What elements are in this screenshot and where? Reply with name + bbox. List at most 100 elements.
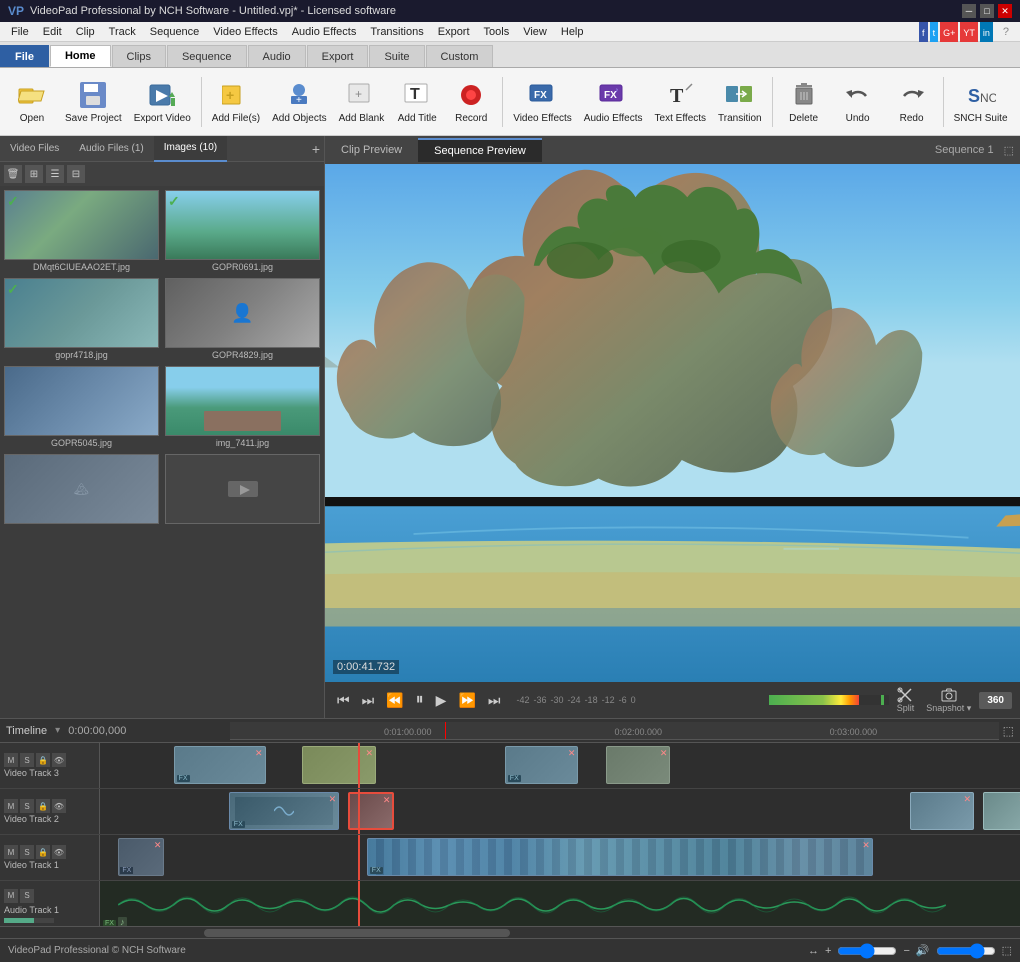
open-button[interactable]: Open: [6, 73, 58, 131]
rewind-button[interactable]: ⏪: [382, 690, 407, 711]
tab-clips[interactable]: Clips: [112, 45, 166, 67]
tab-suite[interactable]: Suite: [369, 45, 424, 67]
clip-close-icon2[interactable]: ✕: [329, 794, 337, 805]
track-mute-btn-2[interactable]: M: [4, 799, 18, 813]
track-lock-btn[interactable]: 🔒: [36, 753, 50, 767]
menu-tools[interactable]: Tools: [477, 22, 517, 42]
timeline-scroll-thumb[interactable]: [204, 929, 510, 937]
audio-settings-btn[interactable]: ♪: [118, 917, 127, 926]
social-icon-3[interactable]: G+: [940, 22, 958, 42]
video-effects-button[interactable]: FX Video Effects: [508, 73, 577, 131]
track-content-audio1[interactable]: FX ♪: [100, 881, 1020, 926]
list-item[interactable]: ✓ gopr4718.jpg: [4, 278, 159, 360]
clip-close-icon[interactable]: ✕: [255, 748, 263, 759]
list-item[interactable]: [165, 454, 320, 526]
track-clip[interactable]: ✕: [910, 792, 974, 830]
play-button[interactable]: ▶: [432, 690, 451, 711]
media-sort-btn[interactable]: ⊟: [67, 165, 85, 183]
goto-end-button[interactable]: ⏭: [484, 690, 505, 711]
track-content-video2[interactable]: FX ✕ ✕ ✕ ✕: [100, 789, 1020, 834]
track-eye-btn-2[interactable]: 👁: [52, 799, 66, 813]
track-solo-btn[interactable]: S: [20, 753, 34, 767]
menu-file[interactable]: File: [4, 22, 36, 42]
audio-mute-btn[interactable]: M: [4, 889, 18, 903]
media-view-list-btn[interactable]: ☰: [46, 165, 64, 183]
media-tab-video[interactable]: Video Files: [0, 136, 69, 162]
tab-file[interactable]: File: [0, 45, 49, 67]
expand-preview-icon[interactable]: ⬚: [1004, 144, 1014, 157]
volume-slider[interactable]: [936, 947, 996, 955]
media-tab-images[interactable]: Images (10): [154, 136, 227, 162]
pause-button[interactable]: ⏸: [412, 689, 428, 711]
timeline-expand-button[interactable]: ⬚: [1003, 724, 1014, 738]
track-content-video3[interactable]: FX ✕ ✕ FX ✕ ✕: [100, 743, 1020, 788]
track-eye-btn[interactable]: 👁: [52, 753, 66, 767]
track-solo-btn-1[interactable]: S: [20, 845, 34, 859]
timeline-dropdown-icon[interactable]: ▾: [55, 725, 60, 736]
record-button[interactable]: Record: [445, 73, 497, 131]
audio-solo-btn[interactable]: S: [20, 889, 34, 903]
window-controls[interactable]: ─ □ ✕: [962, 4, 1012, 18]
list-item[interactable]: ✓ GOPR0691.jpg: [165, 190, 320, 272]
add-files-button[interactable]: + Add File(s): [207, 73, 265, 131]
fit-to-window-button[interactable]: ↔: [808, 945, 819, 957]
track-solo-btn-2[interactable]: S: [20, 799, 34, 813]
save-project-button[interactable]: Save Project: [60, 73, 127, 131]
menu-export[interactable]: Export: [431, 22, 477, 42]
clip-preview-tab[interactable]: Clip Preview: [325, 139, 418, 161]
goto-start-button[interactable]: ⏮: [333, 690, 354, 711]
menu-sequence[interactable]: Sequence: [143, 22, 207, 42]
timeline-scrollbar[interactable]: [0, 926, 1020, 938]
audio-volume-slider[interactable]: [4, 918, 54, 923]
sequence-preview-tab[interactable]: Sequence Preview: [418, 138, 542, 162]
maximize-button[interactable]: □: [980, 4, 994, 18]
tab-sequence[interactable]: Sequence: [167, 45, 247, 67]
tab-home[interactable]: Home: [50, 45, 111, 67]
timeline-ruler[interactable]: 0:01:00.000 0:02:00.000 0:03:00.000: [230, 722, 998, 740]
clip-close-icon[interactable]: ✕: [660, 748, 668, 759]
menu-transitions[interactable]: Transitions: [363, 22, 430, 42]
track-mute-btn[interactable]: M: [4, 753, 18, 767]
menu-audio-effects[interactable]: Audio Effects: [285, 22, 364, 42]
clip-close-icon[interactable]: ✕: [963, 794, 971, 805]
text-effects-button[interactable]: T Text Effects: [650, 73, 712, 131]
social-icon-1[interactable]: f: [919, 22, 928, 42]
track-clip-long[interactable]: FX ✕: [367, 838, 873, 876]
add-objects-button[interactable]: + Add Objects: [267, 73, 331, 131]
nch-suite-button[interactable]: SNCH SNCH Suite: [949, 73, 1013, 131]
360-button[interactable]: 360: [979, 692, 1012, 709]
clip-close-icon[interactable]: ✕: [154, 840, 162, 851]
clip-close-icon[interactable]: ✕: [568, 748, 576, 759]
media-delete-btn[interactable]: 🗑: [4, 165, 22, 183]
zoom-in-button[interactable]: +: [825, 945, 831, 957]
menu-video-effects[interactable]: Video Effects: [206, 22, 284, 42]
transition-button[interactable]: Transition: [713, 73, 767, 131]
track-clip[interactable]: ✕: [983, 792, 1020, 830]
track-clip-selected[interactable]: ✕: [348, 792, 394, 830]
tab-export[interactable]: Export: [307, 45, 369, 67]
clip-close-icon[interactable]: ✕: [383, 795, 391, 806]
track-mute-btn-1[interactable]: M: [4, 845, 18, 859]
list-item[interactable]: 🏔: [4, 454, 159, 526]
track-clip[interactable]: FX ✕: [174, 746, 266, 784]
track-lock-btn-1[interactable]: 🔒: [36, 845, 50, 859]
track-clip[interactable]: FX ✕: [229, 792, 339, 830]
help-question[interactable]: ?: [996, 22, 1016, 42]
list-item[interactable]: 👤 GOPR4829.jpg: [165, 278, 320, 360]
menu-track[interactable]: Track: [102, 22, 143, 42]
media-view-thumb-btn[interactable]: ⊞: [25, 165, 43, 183]
list-item[interactable]: img_7411.jpg: [165, 366, 320, 448]
track-content-video1[interactable]: FX ✕ FX ✕: [100, 835, 1020, 880]
track-eye-btn-1[interactable]: 👁: [52, 845, 66, 859]
social-icon-2[interactable]: t: [930, 22, 939, 42]
clip-close-icon[interactable]: ✕: [862, 840, 870, 851]
close-button[interactable]: ✕: [998, 4, 1012, 18]
menu-clip[interactable]: Clip: [69, 22, 102, 42]
export-video-button[interactable]: Export Video: [129, 73, 196, 131]
track-clip[interactable]: FX ✕: [505, 746, 579, 784]
volume-button[interactable]: 🔊: [916, 944, 930, 957]
audio-effects-button[interactable]: FX♪ Audio Effects: [579, 73, 648, 131]
track-clip[interactable]: ✕: [302, 746, 376, 784]
track-lock-btn-2[interactable]: 🔒: [36, 799, 50, 813]
add-title-button[interactable]: T Add Title: [391, 73, 443, 131]
